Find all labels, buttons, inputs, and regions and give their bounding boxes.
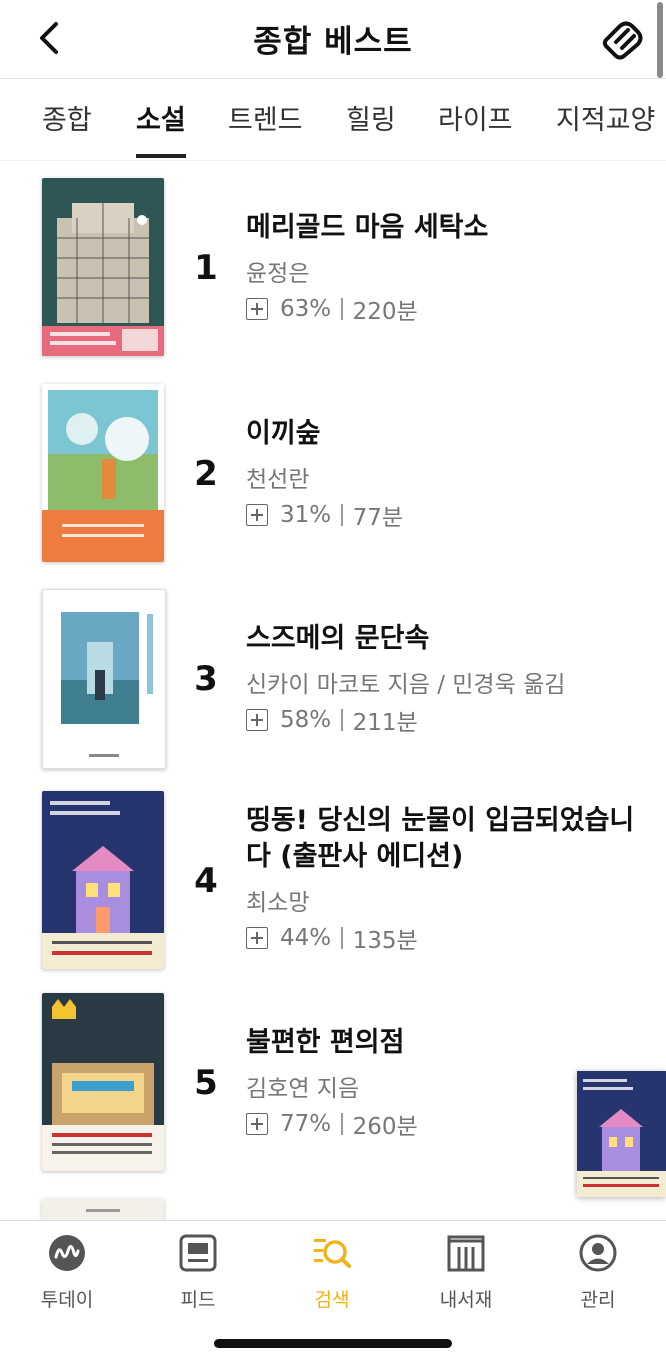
book-title[interactable]: 이끼숲 (246, 416, 636, 452)
read-duration: 135분 (352, 928, 418, 954)
nav-search[interactable]: 검색 (282, 1233, 382, 1312)
category-tabs: 종합 소설 트렌드 힐링 라이프 지적교양 (0, 80, 666, 160)
divider (0, 160, 666, 161)
profile-icon (579, 1234, 617, 1272)
book-cover[interactable] (42, 589, 166, 769)
book-title[interactable]: 메리골드 마음 세탁소 (246, 210, 636, 246)
book-title[interactable]: 불편한 편의점 (246, 1025, 636, 1061)
read-stats: 63% 220분 (246, 292, 418, 326)
book-cover[interactable] (42, 1199, 164, 1221)
tab-trend[interactable]: 트렌드 (228, 98, 303, 137)
read-duration: 220분 (352, 299, 418, 325)
divider (341, 1113, 343, 1135)
book-cover[interactable] (42, 384, 164, 562)
read-percent: 58% (280, 707, 332, 733)
divider (341, 927, 343, 949)
read-stats: 77% 260분 (246, 1107, 418, 1141)
read-stats: 58% 211분 (246, 703, 418, 737)
plus-box-icon (246, 504, 268, 526)
library-icon (447, 1235, 485, 1272)
book-title[interactable]: 스즈메의 문단속 (246, 621, 636, 657)
rank-number: 4 (194, 861, 218, 901)
read-stats: 44% 135분 (246, 921, 418, 955)
book-author: 김호연 지음 (246, 1076, 360, 1102)
read-duration: 260분 (352, 1114, 418, 1140)
tab-healing[interactable]: 힐링 (346, 98, 396, 137)
plus-box-icon (246, 1113, 268, 1135)
nav-label: 투데이 (40, 1289, 94, 1311)
plus-box-icon (246, 709, 268, 731)
read-stats: 31% 77분 (246, 498, 403, 532)
book-author: 천선란 (246, 467, 310, 493)
plus-box-icon (246, 298, 268, 320)
today-icon (49, 1235, 85, 1271)
tab-life[interactable]: 라이프 (438, 98, 513, 137)
nav-label: 피드 (180, 1289, 216, 1311)
top-bar: 종합 베스트 (0, 0, 666, 79)
read-percent: 44% (280, 925, 332, 951)
nav-feed[interactable]: 피드 (148, 1233, 248, 1312)
divider (341, 298, 343, 320)
read-percent: 31% (280, 502, 332, 528)
book-cover[interactable] (42, 791, 164, 969)
home-indicator[interactable] (214, 1339, 452, 1348)
nav-today[interactable]: 투데이 (17, 1233, 117, 1312)
share-icon[interactable] (600, 18, 646, 60)
tab-novel[interactable]: 소설 (136, 98, 186, 137)
book-author: 신카이 마코토 지음 / 민경욱 옮김 (246, 672, 566, 698)
book-cover[interactable] (42, 993, 164, 1171)
read-duration: 77분 (352, 505, 404, 531)
read-percent: 77% (280, 1111, 332, 1137)
book-title[interactable]: 띵동! 당신의 눈물이 입금되었습니다 (출판사 에디션) (246, 803, 636, 875)
page-title: 종합 베스트 (253, 24, 413, 60)
scrollbar[interactable] (657, 2, 663, 78)
read-percent: 63% (280, 296, 332, 322)
now-playing-cover[interactable] (577, 1071, 666, 1197)
book-author: 윤정은 (246, 261, 310, 287)
feed-icon (179, 1234, 217, 1272)
rank-number: 1 (194, 248, 218, 288)
plus-box-icon (246, 927, 268, 949)
tab-overall[interactable]: 종합 (42, 98, 92, 137)
active-tab-indicator (136, 154, 186, 158)
read-duration: 211분 (352, 710, 418, 736)
nav-label: 관리 (580, 1289, 616, 1311)
divider (341, 709, 343, 731)
nav-label: 검색 (314, 1289, 350, 1311)
tab-intellectual[interactable]: 지적교양 (556, 98, 655, 137)
rank-number: 5 (194, 1063, 218, 1103)
rank-number: 3 (194, 659, 218, 699)
search-icon (314, 1239, 351, 1268)
nav-library[interactable]: 내서재 (416, 1233, 516, 1312)
nav-label: 내서재 (439, 1289, 493, 1311)
book-author: 최소망 (246, 890, 310, 916)
rank-number: 2 (194, 454, 218, 494)
book-cover[interactable] (42, 178, 164, 356)
divider (341, 504, 343, 526)
nav-manage[interactable]: 관리 (548, 1233, 648, 1312)
